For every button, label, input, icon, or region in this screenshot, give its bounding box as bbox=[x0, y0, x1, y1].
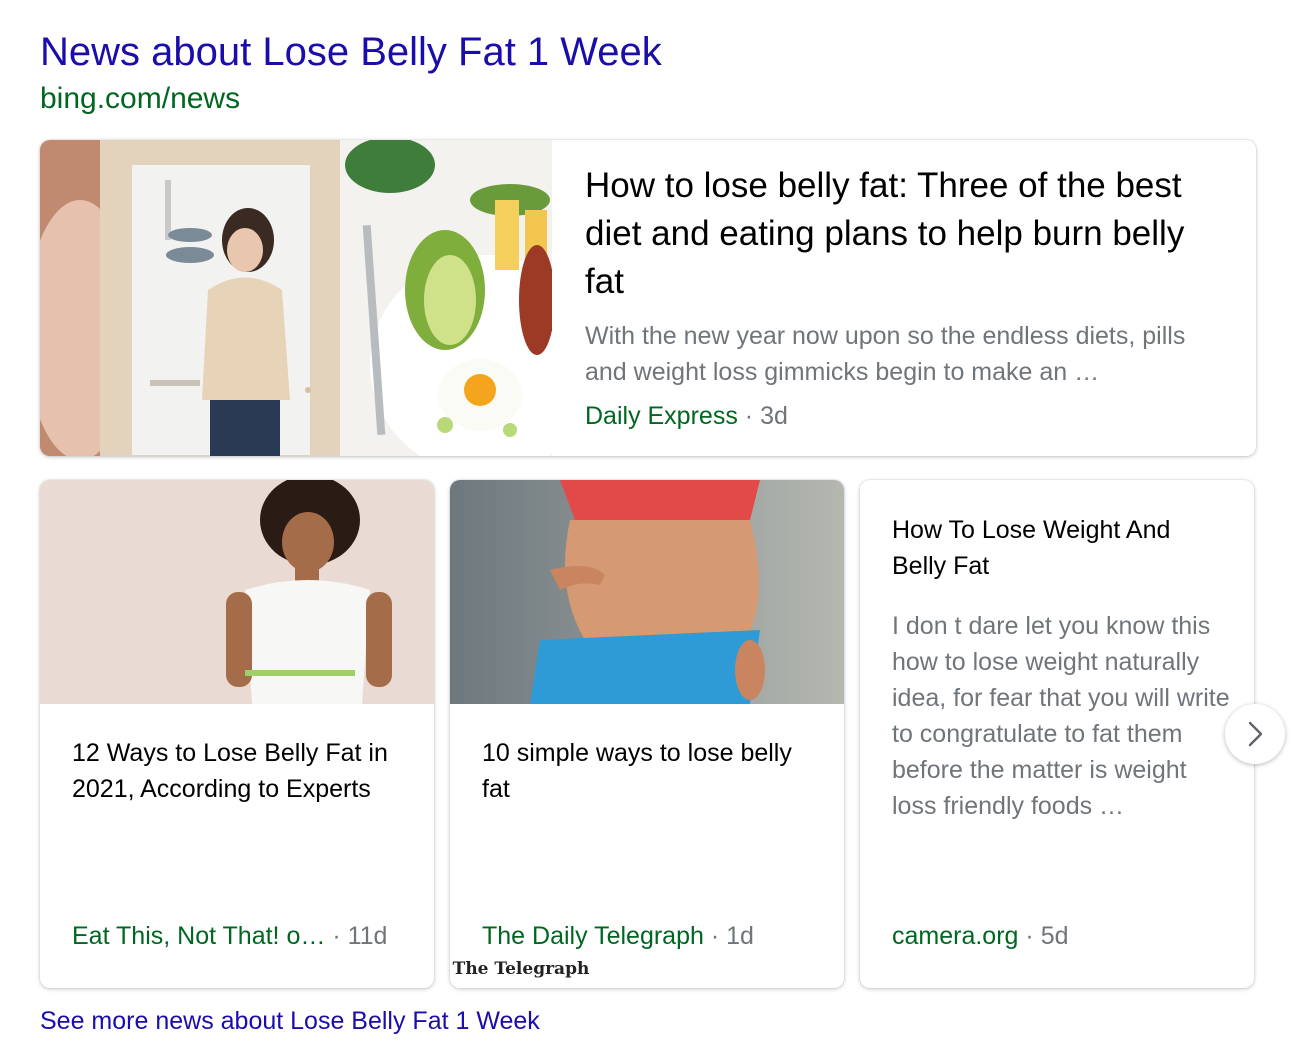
card-meta: Eat This, Not That! o… · 11d bbox=[72, 920, 387, 952]
featured-source: Daily Express bbox=[585, 402, 738, 430]
meta-separator: · bbox=[1025, 922, 1034, 950]
card-age: 11d bbox=[347, 922, 388, 950]
card-thumbnail bbox=[40, 480, 434, 704]
card-thumbnail bbox=[450, 480, 844, 704]
see-more-news-link[interactable]: See more news about Lose Belly Fat 1 Wee… bbox=[40, 1004, 540, 1038]
meta-separator: · bbox=[332, 922, 341, 950]
chevron-right-icon bbox=[1248, 721, 1263, 747]
news-heading-link[interactable]: News about Lose Belly Fat 1 Week bbox=[40, 28, 662, 76]
telegraph-badge: The Telegraph bbox=[450, 950, 592, 988]
card-source: camera.org bbox=[892, 922, 1019, 950]
card-title[interactable]: 12 Ways to Lose Belly Fat in 2021, Accor… bbox=[72, 735, 412, 807]
featured-news-card[interactable]: How to lose belly fat: Three of the best… bbox=[40, 140, 1256, 456]
featured-thumbnail bbox=[40, 140, 552, 456]
card-meta: The Daily Telegraph · 1d bbox=[482, 920, 754, 952]
meta-separator: · bbox=[744, 402, 754, 430]
featured-age: 3d bbox=[760, 402, 788, 430]
card-title[interactable]: How To Lose Weight And Belly Fat bbox=[892, 512, 1222, 584]
featured-title[interactable]: How to lose belly fat: Three of the best… bbox=[585, 162, 1225, 306]
meta-separator: · bbox=[710, 922, 720, 950]
card-age: 1d bbox=[726, 922, 754, 950]
featured-meta: Daily Express · 3d bbox=[585, 400, 1225, 432]
news-source-url: bing.com/news bbox=[40, 82, 241, 115]
card-source: The Daily Telegraph bbox=[482, 922, 704, 950]
featured-snippet: With the new year now upon so the endles… bbox=[585, 322, 1186, 386]
news-card-eat-this[interactable]: 12 Ways to Lose Belly Fat in 2021, Accor… bbox=[40, 480, 434, 988]
card-source: Eat This, Not That! o… bbox=[72, 922, 326, 950]
news-card-camera[interactable]: How To Lose Weight And Belly Fat I don t… bbox=[860, 480, 1254, 988]
card-snippet: I don t dare let you know this how to lo… bbox=[892, 612, 1230, 820]
carousel-next-button[interactable] bbox=[1225, 704, 1285, 764]
card-meta: camera.org · 5d bbox=[892, 920, 1069, 952]
news-card-telegraph[interactable]: The Telegraph 10 simple ways to lose bel… bbox=[450, 480, 844, 988]
card-age: 5d bbox=[1040, 922, 1069, 950]
card-title[interactable]: 10 simple ways to lose belly fat bbox=[482, 735, 822, 807]
